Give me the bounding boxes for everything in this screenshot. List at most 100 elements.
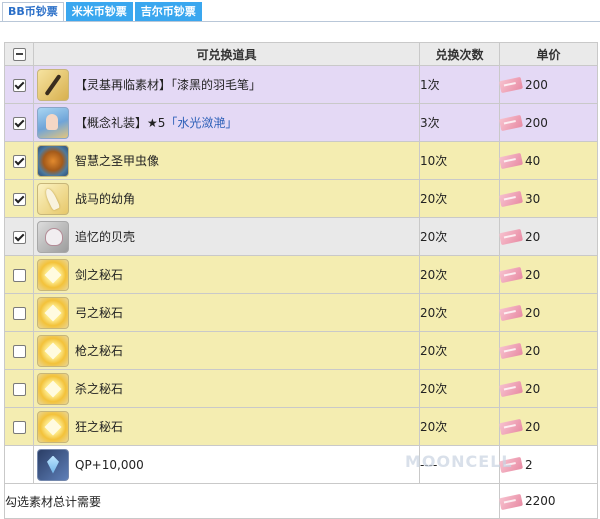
header-count: 兑换次数 xyxy=(419,42,500,66)
select-all-checkbox-cell[interactable] xyxy=(4,42,34,66)
row-checkbox[interactable] xyxy=(12,154,26,168)
item-cell: 枪之秘石 xyxy=(33,331,420,370)
gem-icon[interactable] xyxy=(37,258,69,291)
exchange-count: 20次 xyxy=(419,179,500,218)
ticket-icon xyxy=(498,418,524,436)
row-select-cell xyxy=(4,217,34,256)
item: 杀之秘石 xyxy=(34,372,419,405)
item: 战马的幼角 xyxy=(34,182,419,215)
row-checkbox[interactable] xyxy=(12,420,26,434)
unit-price: 200 xyxy=(525,115,548,130)
row-select-cell xyxy=(4,255,34,294)
item-name: 追忆的贝壳 xyxy=(75,230,136,244)
exchange-count: 1次 xyxy=(419,65,500,104)
tab-divider xyxy=(0,21,600,22)
unit-price-cell: 20 xyxy=(498,293,598,332)
exchange-count: 3次 xyxy=(419,103,500,142)
row-select-cell xyxy=(4,179,34,218)
craft-essence-icon[interactable] xyxy=(37,106,69,139)
table-row: 追忆的贝壳 20次 20 xyxy=(4,217,598,256)
select-all-checkbox[interactable] xyxy=(12,48,26,61)
item: 追忆的贝壳 xyxy=(34,220,419,253)
item-name: 弓之秘石 xyxy=(75,306,124,320)
unit-price-cell: 20 xyxy=(498,217,598,256)
unit-price-cell: 20 xyxy=(498,255,598,294)
row-checkbox[interactable] xyxy=(12,192,26,206)
unit-price: 20 xyxy=(525,419,541,434)
gem-icon[interactable] xyxy=(37,410,69,443)
row-select-cell xyxy=(4,65,34,104)
unit-price: 30 xyxy=(525,191,541,206)
unit-price-cell: 30 xyxy=(498,179,598,218)
row-select-cell xyxy=(4,103,34,142)
unit-price-cell: 20 xyxy=(498,407,598,446)
header-price: 单价 xyxy=(499,42,598,66)
item: 智慧之圣甲虫像 xyxy=(34,144,419,177)
ticket-icon xyxy=(498,190,524,208)
item-cell: 杀之秘石 xyxy=(33,369,420,408)
tab-bb-notes[interactable]: BB币钞票 xyxy=(2,2,64,21)
tab-gil-notes[interactable]: 吉尔币钞票 xyxy=(134,2,202,21)
table-header: 可兑换道具 兑换次数 单价 xyxy=(4,42,598,66)
quill-icon[interactable] xyxy=(37,68,69,101)
table-row: 【灵基再临素材】「漆黑的羽毛笔」 1次 200 xyxy=(4,65,598,104)
header-item: 可兑换道具 xyxy=(33,42,420,66)
tab-mimi-notes[interactable]: 米米币钞票 xyxy=(65,2,133,21)
horn-icon[interactable] xyxy=(37,182,69,215)
item: QP+10,000 xyxy=(34,448,419,481)
unit-price-cell: 40 xyxy=(498,141,598,180)
unit-price-cell: 200 xyxy=(498,103,598,142)
row-checkbox[interactable] xyxy=(12,268,26,282)
gem-icon[interactable] xyxy=(37,296,69,329)
ticket-icon xyxy=(498,493,524,510)
exchange-count: 10次 xyxy=(419,141,500,180)
exchange-count: 20次 xyxy=(419,293,500,332)
unit-price: 20 xyxy=(525,229,541,244)
row-checkbox[interactable] xyxy=(12,116,26,130)
item-cell: 智慧之圣甲虫像 xyxy=(33,141,420,180)
ticket-icon xyxy=(498,266,524,284)
item-link[interactable]: 「水光潋滟」 xyxy=(165,114,237,131)
unit-price-cell: 2 xyxy=(498,445,598,484)
exchange-count: 20次 xyxy=(419,331,500,370)
row-select-cell xyxy=(4,331,34,370)
ticket-icon xyxy=(498,342,524,360)
exchange-count: 20次 xyxy=(419,407,500,446)
item-cell: 战马的幼角 xyxy=(33,179,420,218)
total-label: 勾选素材总计需要 xyxy=(4,483,500,519)
row-select-cell xyxy=(4,293,34,332)
scarab-icon[interactable] xyxy=(37,144,69,177)
row-checkbox[interactable] xyxy=(12,344,26,358)
table-row: 剑之秘石 20次 20 xyxy=(4,255,598,294)
row-checkbox[interactable] xyxy=(12,230,26,244)
ticket-icon xyxy=(498,380,524,398)
item-cell: 【概念礼装】★5 「水光潋滟」 xyxy=(33,103,420,142)
row-checkbox[interactable] xyxy=(12,306,26,320)
item-cell: 剑之秘石 xyxy=(33,255,420,294)
item-name: QP+10,000 xyxy=(75,457,144,472)
item: 【灵基再临素材】「漆黑的羽毛笔」 xyxy=(34,68,419,101)
unit-price-cell: 20 xyxy=(498,369,598,408)
item-name: 剑之秘石 xyxy=(75,268,124,282)
exchange-count: 20次 xyxy=(419,369,500,408)
unit-price: 200 xyxy=(525,77,548,92)
table-row: 枪之秘石 20次 20 xyxy=(4,331,598,370)
table-row: 智慧之圣甲虫像 10次 40 xyxy=(4,141,598,180)
ticket-icon xyxy=(498,114,524,132)
gem-icon[interactable] xyxy=(37,334,69,367)
unit-price-cell: 20 xyxy=(498,331,598,370)
row-checkbox[interactable] xyxy=(12,78,26,92)
item-name: 狂之秘石 xyxy=(75,420,124,434)
item-name: 战马的幼角 xyxy=(75,192,136,206)
shell-icon[interactable] xyxy=(37,220,69,253)
row-checkbox[interactable] xyxy=(12,382,26,396)
item: 【概念礼装】★5 「水光潋滟」 xyxy=(34,106,419,139)
unit-price-cell: 200 xyxy=(498,65,598,104)
item-cell: 弓之秘石 xyxy=(33,293,420,332)
qp-icon[interactable] xyxy=(37,448,69,481)
item-name: 【灵基再临素材】「漆黑的羽毛笔」 xyxy=(75,78,262,92)
gem-icon[interactable] xyxy=(37,372,69,405)
row-select-cell xyxy=(4,445,34,484)
item-name: 【概念礼装】★5 xyxy=(75,116,166,130)
row-select-cell xyxy=(4,369,34,408)
